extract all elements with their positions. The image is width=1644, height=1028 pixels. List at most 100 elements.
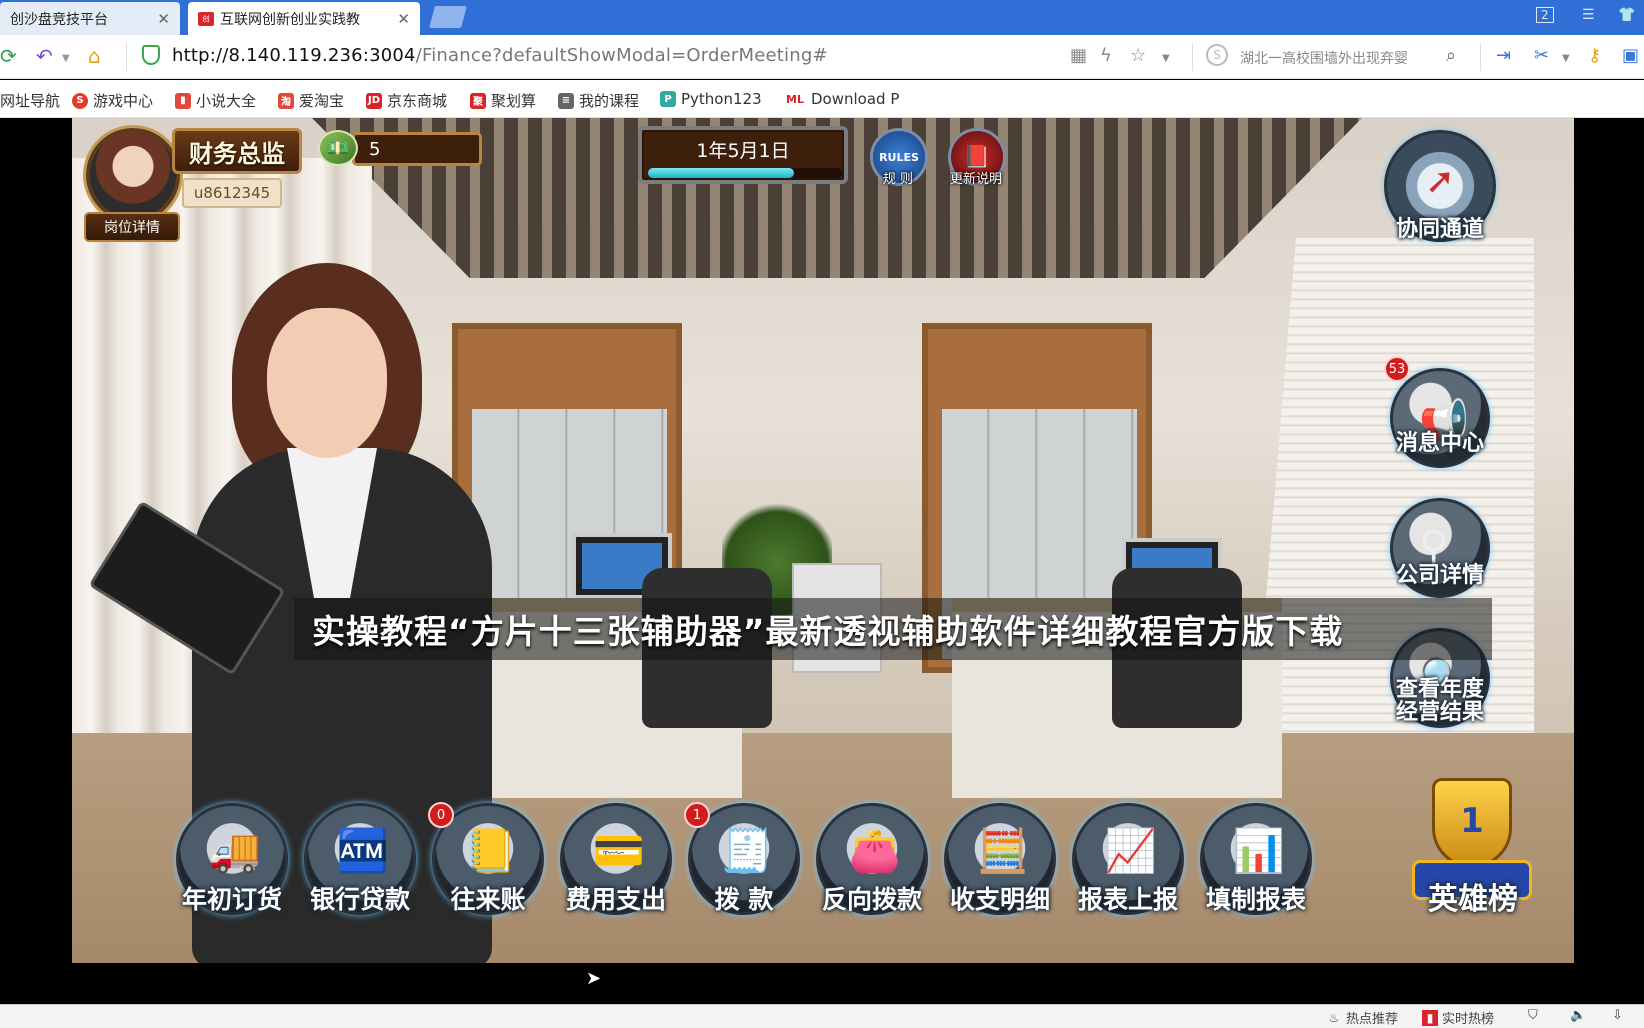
menu-icon[interactable]: ☰ <box>1582 7 1595 23</box>
undo-icon[interactable]: ↶ <box>36 44 53 68</box>
annual-results-line1: 查看年度 <box>1395 677 1484 702</box>
tab-innovation-practice[interactable]: 创 互联网创新创业实践教 ✕ <box>188 2 420 35</box>
game-icon: S <box>72 92 88 109</box>
jd-icon: JD <box>366 92 382 109</box>
hot-recommend[interactable]: ♨ 热点推荐 <box>1326 1008 1398 1028</box>
scissors-icon[interactable]: ✂ <box>1534 45 1549 66</box>
bookmark-nav[interactable]: 网址导航 <box>0 90 60 111</box>
close-icon[interactable]: ✕ <box>397 10 410 28</box>
leaderboard-label: 英雄榜 <box>1428 882 1518 917</box>
date-text: 1年5月1日 <box>696 140 790 162</box>
window-count-icon[interactable]: 2 <box>1536 7 1554 23</box>
juhuasuan-icon: 聚 <box>470 92 486 109</box>
login-icon[interactable]: ⇥ <box>1496 45 1511 66</box>
message-count-badge: 53 <box>1384 356 1410 382</box>
user-id: u8612345 <box>182 178 282 208</box>
chevron-down-icon[interactable]: ▼ <box>1162 53 1170 64</box>
video-overlay-title: 实操教程“方片十三张辅助器”最新透视辅助软件详细教程官方版下载 <box>294 598 1492 660</box>
chevron-down-icon[interactable]: ▼ <box>1562 53 1570 64</box>
bank-loan-label: 银行贷款 <box>309 885 410 914</box>
close-icon[interactable]: ✕ <box>157 10 170 28</box>
lightning-icon[interactable]: ϟ <box>1100 45 1112 66</box>
realtime-ranking[interactable]: ▮ 实时热榜 <box>1422 1008 1494 1027</box>
key-icon[interactable]: ⚷ <box>1588 45 1601 66</box>
role-title: 财务总监 <box>172 128 302 174</box>
tab-sandbox-platform[interactable]: 创沙盘竞技平台 ✕ <box>0 2 180 35</box>
money-icon: 💵 <box>318 130 358 166</box>
annual-order-label: 年初订货 <box>181 885 282 914</box>
bar-chart-icon: 📊 <box>1232 826 1286 875</box>
bookmark-jd[interactable]: JD 京东商城 <box>366 90 447 111</box>
site-favicon-icon: 创 <box>198 11 214 26</box>
bookmark-label: 小说大全 <box>196 92 257 110</box>
bookmark-download[interactable]: ML Download P <box>784 90 899 108</box>
tab-title: 创沙盘竞技平台 <box>10 11 108 28</box>
shirt-icon[interactable]: 👕 <box>1618 7 1635 23</box>
chevron-down-icon[interactable]: ▼ <box>62 53 70 64</box>
browser-tab-bar: 创沙盘竞技平台 ✕ 创 互联网创新创业实践教 ✕ 2 ☰ 👕 <box>0 0 1644 35</box>
search-icon[interactable]: ⌕ <box>1446 45 1456 66</box>
book-icon: ▮ <box>175 92 191 109</box>
book-icon: 📕 <box>963 144 991 170</box>
avatar[interactable] <box>86 128 180 222</box>
bookmark-label: 京东商城 <box>387 92 448 110</box>
bookmark-novels[interactable]: ▮ 小说大全 <box>175 90 256 111</box>
bookmark-games[interactable]: S 游戏中心 <box>72 90 153 111</box>
mouse-cursor: ➤ <box>586 968 602 989</box>
qr-code-icon[interactable]: ▦ <box>1070 45 1087 66</box>
url-path: /Finance?defaultShowModal=OrderMeeting# <box>415 45 828 66</box>
rules-icon: RULES <box>879 150 919 164</box>
rank-number: 1 <box>1460 801 1484 841</box>
ledger-icon: 📒 <box>464 826 518 875</box>
character-face <box>267 308 387 458</box>
home-icon[interactable]: ⌂ <box>88 44 101 68</box>
address-toolbar: ⟳ ↶ ▼ ⌂ http://8.140.119.236:3004/Financ… <box>0 35 1644 79</box>
allocation-label: 拨 款 <box>714 885 774 914</box>
truck-icon: 🚚 <box>208 826 262 875</box>
bookmarks-bar: 网址导航 S 游戏中心 ▮ 小说大全 淘 爱淘宝 JD 京东商城 聚 聚划算 ≡… <box>0 80 1644 118</box>
rank-icon: ▮ <box>1422 1009 1438 1026</box>
new-tab-button[interactable] <box>429 6 467 28</box>
bookmark-label: 网址导航 <box>0 92 61 110</box>
allocation-badge: 1 <box>684 802 710 828</box>
taobao-icon: 淘 <box>278 92 294 109</box>
reverse-allocation-label: 反向拨款 <box>821 885 922 914</box>
url-field[interactable]: http://8.140.119.236:3004/Finance?defaul… <box>172 45 828 66</box>
python-icon: P <box>660 91 676 107</box>
bookmark-label: 聚划算 <box>491 92 537 110</box>
bookmark-label: 游戏中心 <box>93 92 154 110</box>
rules-label: 规 则 <box>882 172 914 187</box>
secure-shield-icon[interactable] <box>142 45 160 65</box>
game-viewport[interactable]: 财务总监 u8612345 岗位详情 5 💵 1年5月1日 RULES 规 则 … <box>72 118 1574 963</box>
download-icon[interactable]: ⇩ <box>1612 1008 1623 1023</box>
card-icon: 💳 <box>592 826 646 875</box>
bookmark-juhuasuan[interactable]: 聚 聚划算 <box>470 90 536 111</box>
annual-results-label: 查看年度 经营结果 <box>1380 678 1500 724</box>
atm-icon: 🏧 <box>336 826 390 875</box>
search-input[interactable]: 湖北一高校围墙外出现弃婴 <box>1240 48 1408 68</box>
bookmark-courses[interactable]: ≡ 我的课程 <box>558 90 639 111</box>
divider <box>1480 43 1481 71</box>
update-notes-label: 更新说明 <box>949 172 1002 187</box>
role-detail-button[interactable]: 岗位详情 <box>84 212 180 242</box>
search-engine-icon[interactable]: S <box>1206 44 1228 66</box>
volume-icon[interactable]: 🔈 <box>1570 1008 1586 1023</box>
refresh-icon[interactable]: ⟳ <box>0 44 17 68</box>
hot-icon: ♨ <box>1328 1010 1340 1025</box>
divider <box>1192 43 1193 71</box>
accounts-label: 往来账 <box>450 885 526 914</box>
register-icon: 🧮 <box>976 826 1030 875</box>
realtime-ranking-label: 实时热榜 <box>1442 1012 1495 1027</box>
message-center-label: 消息中心 <box>1395 431 1484 456</box>
date-progress-fill <box>648 168 794 178</box>
security-icon[interactable]: ⛉ <box>1528 1008 1538 1023</box>
bookmark-taobao[interactable]: 淘 爱淘宝 <box>278 90 344 111</box>
bookmark-label: Download P <box>811 90 900 108</box>
accounts-badge: 0 <box>428 802 454 828</box>
bookmark-python123[interactable]: P Python123 <box>660 90 762 108</box>
trophy-icon: 1 <box>1432 778 1512 868</box>
star-icon[interactable]: ☆ <box>1130 45 1146 66</box>
annual-results-line2: 经营结果 <box>1395 700 1484 726</box>
extension-icon[interactable]: ▣ <box>1622 45 1639 66</box>
url-host: http://8.140.119.236:3004 <box>172 45 416 66</box>
